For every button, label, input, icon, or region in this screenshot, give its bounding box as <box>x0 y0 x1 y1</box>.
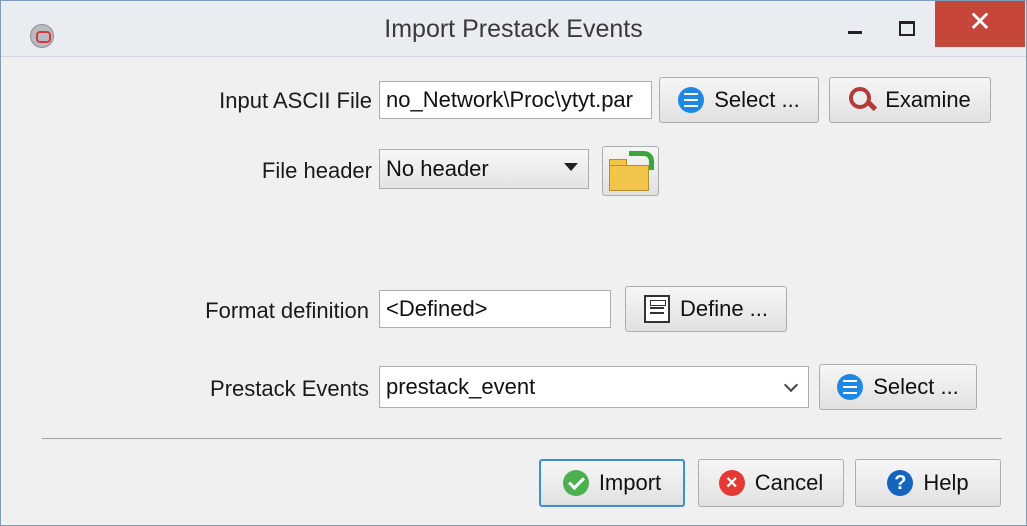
examine-button[interactable]: Examine <box>829 77 991 123</box>
minimize-button[interactable] <box>831 1 877 47</box>
select-button-label: Select ... <box>873 374 959 399</box>
cancel-button[interactable]: × Cancel <box>698 459 844 507</box>
list-icon <box>678 87 705 113</box>
maximize-button[interactable] <box>883 1 929 47</box>
define-button-label: Define ... <box>679 296 769 321</box>
cancel-button-label: Cancel <box>754 470 824 495</box>
open-folder-button[interactable] <box>602 146 659 196</box>
prestack-events-label: Prestack Events <box>210 376 369 401</box>
input-file-label: Input ASCII File <box>219 88 372 113</box>
dialog-window: Import Prestack Events ✕ Input ASCII Fil… <box>0 0 1027 526</box>
select-button-label: Select ... <box>714 87 800 112</box>
file-header-label: File header <box>261 158 372 183</box>
chevron-down-icon <box>783 377 799 393</box>
green-arrow-icon <box>629 151 654 170</box>
help-icon: ? <box>887 470 914 496</box>
help-button-label: Help <box>923 470 969 495</box>
input-file-field[interactable]: no_Network\Proc\ytyt.par <box>379 81 652 119</box>
import-button[interactable]: Import <box>539 459 685 507</box>
prestack-events-combobox[interactable]: prestack_event <box>379 366 809 408</box>
close-button[interactable]: ✕ <box>935 1 1025 47</box>
file-header-value: No header <box>386 156 489 181</box>
chevron-down-icon <box>564 163 578 171</box>
title-bar[interactable]: Import Prestack Events ✕ <box>1 1 1026 57</box>
define-button[interactable]: Define ... <box>625 286 787 332</box>
separator <box>42 438 1002 439</box>
format-definition-field[interactable]: <Defined> <box>379 290 611 328</box>
help-button[interactable]: ? Help <box>855 459 1001 507</box>
input-file-select-button[interactable]: Select ... <box>659 77 819 123</box>
examine-button-label: Examine <box>885 87 971 112</box>
format-definition-label: Format definition <box>205 298 369 323</box>
prestack-events-value: prestack_event <box>386 374 536 399</box>
magnifier-icon <box>849 87 875 113</box>
file-header-dropdown[interactable]: No header <box>379 149 589 189</box>
list-icon <box>837 374 864 400</box>
import-button-label: Import <box>598 470 662 495</box>
checkmark-icon <box>562 470 589 496</box>
prestack-events-select-button[interactable]: Select ... <box>819 364 977 410</box>
document-icon <box>643 295 670 323</box>
cancel-icon: × <box>718 470 745 496</box>
